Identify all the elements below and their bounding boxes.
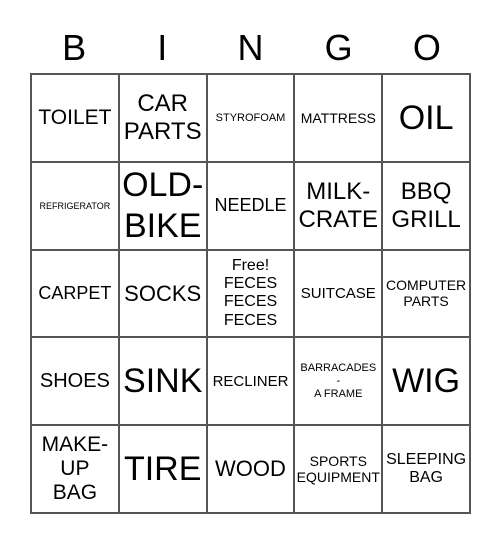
bingo-cell[interactable]: TOILET bbox=[31, 74, 119, 162]
bingo-cell[interactable]: COMPUTER PARTS bbox=[382, 249, 470, 338]
bingo-grid: TOILET CAR PARTS STYROFOAM MATTRESS OIL REFRI… bbox=[30, 73, 471, 514]
bingo-cell[interactable]: MAKE- UP BAG bbox=[31, 425, 119, 513]
bingo-cell[interactable]: MILK- CRATE bbox=[294, 161, 383, 250]
bingo-cell[interactable]: BBQ GRILL bbox=[382, 161, 470, 250]
bingo-cell[interactable]: SHOES bbox=[31, 337, 119, 426]
bingo-cell[interactable]: NEEDLE bbox=[206, 161, 295, 250]
bingo-cell[interactable]: STYROFOAM bbox=[206, 74, 295, 162]
bingo-cell[interactable]: MATTRESS bbox=[294, 74, 383, 162]
header-letter-i: I bbox=[157, 27, 168, 68]
bingo-cell[interactable]: CAR PARTS bbox=[118, 74, 207, 162]
bingo-cell[interactable]: SPORTS EQUIPMENT bbox=[294, 425, 383, 513]
bingo-cell[interactable]: SINK bbox=[118, 337, 207, 426]
bingo-cell[interactable]: SLEEPING BAG bbox=[382, 425, 470, 513]
bingo-cell[interactable]: Free! FECES FECES FECES bbox=[206, 249, 295, 338]
bingo-cell[interactable]: TIRE bbox=[118, 425, 207, 513]
bingo-cell[interactable]: WOOD bbox=[206, 425, 295, 513]
bingo-cell[interactable]: SUITCASE bbox=[294, 249, 383, 338]
bingo-cell[interactable]: SOCKS bbox=[118, 249, 207, 338]
bingo-cell[interactable]: OIL bbox=[382, 74, 470, 162]
bingo-cell[interactable]: BARRACADES - A FRAME bbox=[294, 337, 383, 426]
bingo-cell[interactable]: RECLINER bbox=[206, 337, 295, 426]
header-letter-b: B bbox=[62, 27, 87, 68]
bingo-cell[interactable]: REFRIGERATOR bbox=[31, 161, 119, 250]
header-letter-o: O bbox=[412, 27, 441, 68]
header-letter-n: N bbox=[237, 27, 264, 68]
bingo-cell[interactable]: CARPET bbox=[31, 249, 119, 338]
bingo-cell[interactable]: OLD- BIKE bbox=[118, 161, 207, 250]
bingo-cell[interactable]: WIG bbox=[382, 337, 470, 426]
bingo-header: B I N G O bbox=[30, 26, 471, 70]
header-letter-g: G bbox=[324, 27, 353, 68]
